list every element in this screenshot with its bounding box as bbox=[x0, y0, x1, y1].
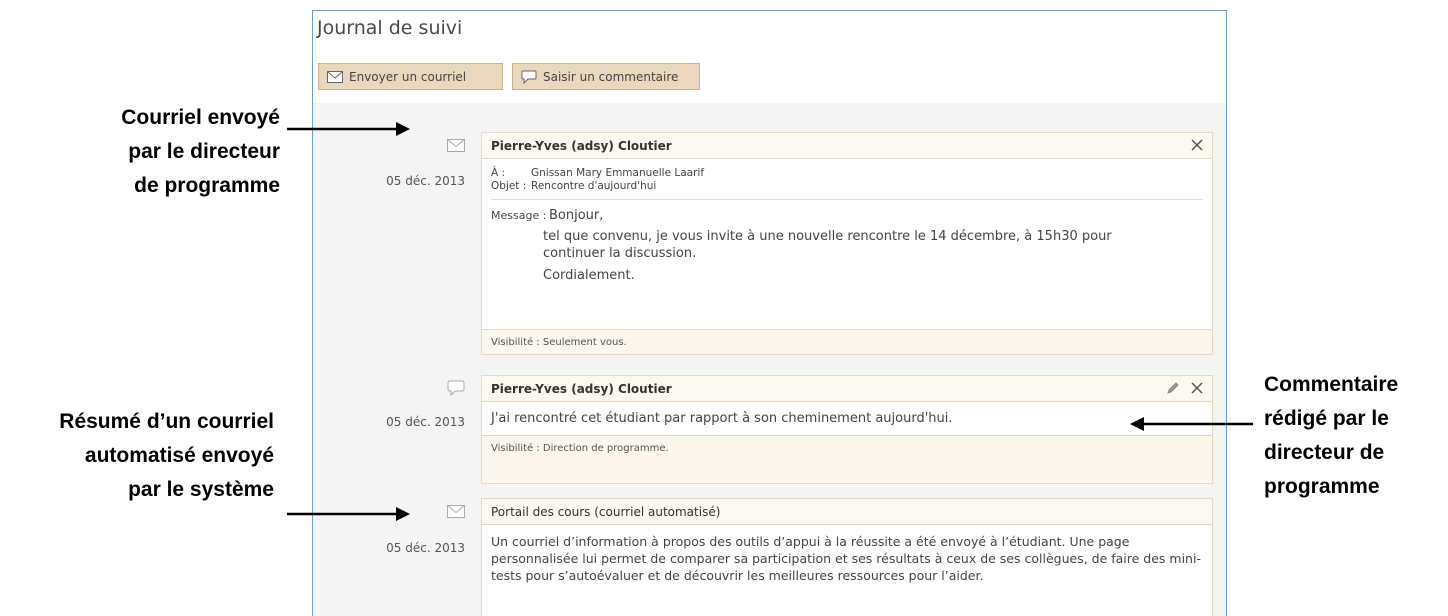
auto-email-entry-card: Portail des cours (courriel automatisé) … bbox=[481, 498, 1213, 616]
entry-header: Portail des cours (courriel automatisé) bbox=[482, 499, 1212, 525]
comment-body: J'ai rencontré cet étudiant par rapport … bbox=[482, 402, 1212, 436]
add-comment-button[interactable]: Saisir un commentaire bbox=[512, 63, 700, 90]
message-body: tel que convenu, je vous invite à une no… bbox=[543, 229, 1112, 261]
entry-header: Pierre-Yves (adsy) Cloutier bbox=[482, 376, 1212, 402]
entry-date: 05 déc. 2013 bbox=[386, 174, 465, 188]
envelope-icon bbox=[447, 505, 465, 518]
email-body: À : Gnissan Mary Emmanuelle Laarif Objet… bbox=[482, 159, 1212, 330]
entry-author: Pierre-Yves (adsy) Cloutier bbox=[491, 138, 672, 153]
delete-button[interactable] bbox=[1188, 136, 1206, 154]
email-subject-row: Objet : Rencontre d'aujourd'hui bbox=[491, 180, 1203, 193]
close-icon bbox=[1191, 382, 1203, 394]
annotation-line: Commentaire bbox=[1264, 373, 1399, 396]
entry-date: 05 déc. 2013 bbox=[386, 415, 465, 429]
message-greeting: Bonjour, bbox=[549, 208, 604, 223]
speech-bubble-icon bbox=[521, 70, 537, 84]
annotation-email-sent: Courriel envoyé par le directeur de prog… bbox=[60, 101, 280, 203]
message-closing: Cordialement. bbox=[543, 268, 635, 283]
speech-bubble-icon bbox=[447, 380, 465, 396]
envelope-icon bbox=[447, 139, 465, 152]
annotation-auto-email: Résumé d’un courriel automatisé envoyé p… bbox=[0, 405, 274, 507]
entry-date: 05 déc. 2013 bbox=[386, 541, 465, 555]
timeline: 05 déc. 2013 Pierre-Yves (adsy) Cloutier… bbox=[313, 103, 1226, 616]
comment-entry-card: Pierre-Yves (adsy) Cloutier J'ai rencont… bbox=[481, 375, 1213, 484]
annotation-line: directeur de bbox=[1264, 441, 1385, 464]
annotation-line: de programme bbox=[134, 174, 280, 197]
recipient-value: Gnissan Mary Emmanuelle Laarif bbox=[531, 167, 705, 179]
journal-panel: Journal de suivi Envoyer un courriel Sai… bbox=[312, 10, 1227, 616]
annotation-line: Résumé d’un courriel bbox=[59, 410, 274, 433]
annotation-line: automatisé envoyé bbox=[84, 444, 274, 467]
auto-email-body: Un courriel d’information à propos des o… bbox=[482, 525, 1212, 616]
email-message: Message : Bonjour, bbox=[491, 199, 1203, 224]
auto-email-text: Un courriel d’information à propos des o… bbox=[491, 534, 1201, 583]
subject-label: Objet : bbox=[491, 180, 527, 192]
annotation-line: par le directeur bbox=[128, 140, 280, 163]
add-comment-label: Saisir un commentaire bbox=[543, 69, 679, 84]
envelope-icon bbox=[327, 70, 343, 83]
pencil-icon bbox=[1167, 382, 1179, 394]
email-recipient-row: À : Gnissan Mary Emmanuelle Laarif bbox=[491, 167, 1203, 180]
send-email-button[interactable]: Envoyer un courriel bbox=[318, 63, 503, 90]
recipient-label: À : bbox=[491, 167, 506, 179]
entry-author: Pierre-Yves (adsy) Cloutier bbox=[491, 381, 672, 396]
send-email-label: Envoyer un courriel bbox=[349, 69, 467, 84]
annotation-comment: Commentaire rédigé par le directeur de p… bbox=[1264, 368, 1448, 504]
entry-visibility: Visibilité : Direction de programme. bbox=[491, 442, 669, 454]
message-label: Message : bbox=[491, 209, 547, 222]
subject-value: Rencontre d'aujourd'hui bbox=[531, 180, 657, 192]
annotation-line: par le système bbox=[128, 478, 274, 501]
delete-button[interactable] bbox=[1188, 379, 1206, 397]
entry-visibility: Visibilité : Seulement vous. bbox=[491, 336, 627, 348]
panel-title: Journal de suivi bbox=[317, 17, 463, 39]
annotation-line: rédigé par le bbox=[1264, 407, 1389, 430]
comment-text: J'ai rencontré cet étudiant par rapport … bbox=[491, 411, 953, 426]
close-icon bbox=[1191, 139, 1203, 151]
entry-header: Pierre-Yves (adsy) Cloutier bbox=[482, 133, 1212, 159]
annotation-line: Courriel envoyé bbox=[121, 106, 280, 129]
annotation-line: programme bbox=[1264, 475, 1380, 498]
edit-button[interactable] bbox=[1164, 379, 1182, 397]
entry-source: Portail des cours (courriel automatisé) bbox=[491, 504, 721, 519]
email-entry-card: Pierre-Yves (adsy) Cloutier À : Gnissan … bbox=[481, 132, 1213, 355]
